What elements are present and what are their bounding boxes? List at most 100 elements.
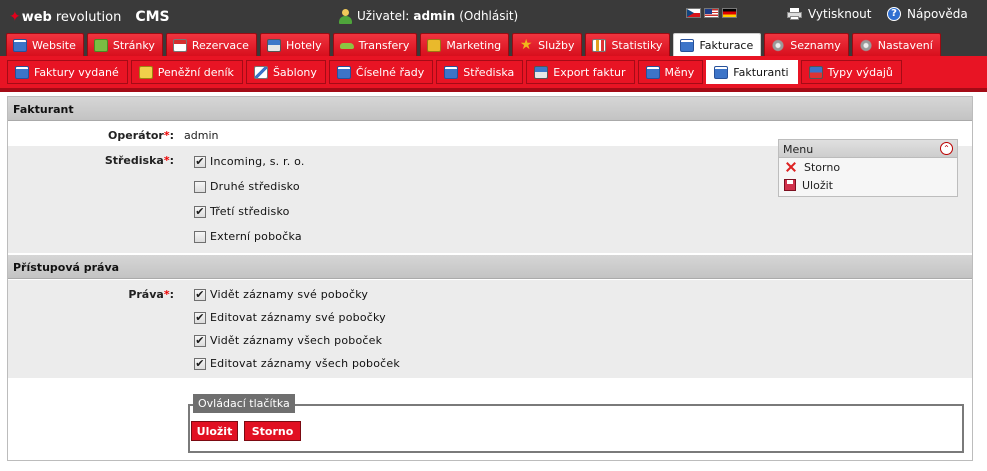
checkbox-label: Externí pobočka <box>210 230 302 243</box>
user-info: Uživatel: admin (Odhlásit) <box>339 7 518 25</box>
invoice-icon <box>680 38 695 52</box>
chart-icon <box>592 38 607 52</box>
center-checkbox-externi[interactable]: Externí pobočka <box>194 230 302 243</box>
menu-panel: Menu ⌃ Storno Uložit <box>778 139 958 197</box>
user-label: Uživatel: <box>357 9 410 23</box>
checkbox-label: Třetí středisko <box>210 205 290 218</box>
language-flags <box>686 8 737 18</box>
checkbox-label: Druhé středisko <box>210 180 300 193</box>
flag-cz-icon[interactable] <box>686 8 701 18</box>
tab-fakturace[interactable]: Fakturace <box>673 33 762 56</box>
export-icon <box>534 65 549 79</box>
subtab-label: Export faktur <box>553 65 626 79</box>
center-checkbox-incoming[interactable]: ✔ Incoming, s. r. o. <box>194 155 305 168</box>
logo-text-cms: CMS <box>135 9 170 25</box>
operator-label: Operátor*: <box>8 129 174 142</box>
leaf-icon <box>93 38 108 52</box>
checkbox-label: Editovat záznamy všech poboček <box>210 357 400 370</box>
app-logo[interactable]: ✦ web revolution CMS <box>9 8 170 26</box>
checkbox-label: Editovat záznamy své pobočky <box>210 311 386 324</box>
tab-label: Služby <box>538 38 575 52</box>
subtab-strediska[interactable]: Střediska <box>436 60 524 84</box>
tab-transfery[interactable]: Transfery <box>332 33 418 56</box>
subtab-export-faktur[interactable]: Export faktur <box>526 60 635 84</box>
menu-item-ulozit[interactable]: Uložit <box>779 176 957 194</box>
subtab-meny[interactable]: Měny <box>637 60 704 84</box>
right-checkbox-view-own[interactable]: ✔ Vidět záznamy své pobočky <box>194 288 368 301</box>
tab-marketing[interactable]: Marketing <box>420 33 510 56</box>
subtab-label: Fakturanti <box>733 65 789 79</box>
tab-seznamy[interactable]: Seznamy <box>764 33 849 56</box>
save-button[interactable]: Uložit <box>191 421 238 441</box>
flag-de-icon[interactable] <box>722 8 737 18</box>
checkbox-unchecked[interactable] <box>194 230 206 243</box>
subtab-penezni-denik[interactable]: Peněžní deník <box>130 60 243 84</box>
control-buttons-legend: Ovládací tlačítka <box>193 394 295 413</box>
subtab-typy-vydaju[interactable]: Typy výdajů <box>800 60 902 84</box>
invoice-icon <box>714 65 729 79</box>
main-tabs: Website Stránky Rezervace Hotely Transfe… <box>6 33 941 56</box>
checkbox-checked[interactable]: ✔ <box>194 155 206 168</box>
gear-icon <box>771 38 786 52</box>
gear-icon <box>858 38 873 52</box>
label-colon: : <box>169 288 174 301</box>
subtab-sablony[interactable]: Šablony <box>245 60 326 84</box>
print-label: Vytisknout <box>808 7 872 21</box>
form-content: Fakturant Operátor*: admin Střediska*: ✔… <box>7 96 973 461</box>
print-button[interactable]: Vytisknout <box>787 7 872 21</box>
star-icon: ★ <box>519 36 533 53</box>
checkbox-checked[interactable]: ✔ <box>194 311 206 324</box>
menu-item-storno[interactable]: Storno <box>779 158 957 176</box>
right-checkbox-edit-all[interactable]: ✔ Editovat záznamy všech poboček <box>194 357 400 370</box>
flag-us-icon[interactable] <box>704 8 719 18</box>
document-icon <box>13 38 27 52</box>
right-checkbox-view-all[interactable]: ✔ Vidět záznamy všech poboček <box>194 334 382 347</box>
center-checkbox-druhe[interactable]: Druhé středisko <box>194 180 300 193</box>
tab-label: Hotely <box>285 38 322 52</box>
right-checkbox-edit-own[interactable]: ✔ Editovat záznamy své pobočky <box>194 311 386 324</box>
tab-website[interactable]: Website <box>6 33 84 56</box>
menu-item-label: Storno <box>804 160 841 174</box>
center-checkbox-treti[interactable]: ✔ Třetí středisko <box>194 205 290 218</box>
sub-tabs: Faktury vydané Peněžní deník Šablony Čís… <box>7 60 902 84</box>
centers-label: Střediska*: <box>8 154 174 167</box>
subtab-ciselne-rady[interactable]: Číselné řady <box>328 60 434 84</box>
checkbox-checked[interactable]: ✔ <box>194 334 206 347</box>
tab-label: Stránky <box>112 38 155 52</box>
tab-label: Transfery <box>358 38 410 52</box>
tab-hotely[interactable]: Hotely <box>259 33 330 56</box>
tab-sluzby[interactable]: ★ Služby <box>512 33 583 56</box>
checkbox-checked[interactable]: ✔ <box>194 357 206 370</box>
sub-tab-bar: Faktury vydané Peněžní deník Šablony Čís… <box>0 56 987 92</box>
calendar-icon <box>172 38 187 52</box>
checkbox-checked[interactable]: ✔ <box>194 288 206 301</box>
operator-value: admin <box>184 129 219 142</box>
logout-link[interactable]: (Odhlásit) <box>459 9 518 23</box>
checkbox-label: Vidět záznamy všech poboček <box>210 334 383 347</box>
document-icon <box>15 65 29 79</box>
checkbox-label: Incoming, s. r. o. <box>210 155 305 168</box>
label-colon: : <box>169 129 174 142</box>
tab-nastaveni[interactable]: Nastavení <box>851 33 941 56</box>
logo-text-web: web <box>21 9 52 25</box>
subtab-faktury-vydane[interactable]: Faktury vydané <box>7 60 128 84</box>
trophy-icon <box>427 38 442 52</box>
list-icon <box>808 65 823 79</box>
help-button[interactable]: ? Nápověda <box>887 7 968 21</box>
menu-panel-title: Menu <box>783 143 814 156</box>
checkbox-unchecked[interactable] <box>194 180 206 193</box>
collapse-icon[interactable]: ⌃ <box>940 142 953 155</box>
car-icon <box>339 39 354 52</box>
tab-rezervace[interactable]: Rezervace <box>165 33 257 56</box>
printer-icon <box>787 8 802 20</box>
tab-stranky[interactable]: Stránky <box>86 33 163 56</box>
tab-label: Fakturace <box>699 38 754 52</box>
subtab-fakturanti[interactable]: Fakturanti <box>706 60 798 84</box>
checkbox-label: Vidět záznamy své pobočky <box>210 288 369 301</box>
tab-label: Nastavení <box>877 38 933 52</box>
tab-statistiky[interactable]: Statistiky <box>585 33 671 56</box>
edit-icon <box>253 65 268 79</box>
cancel-button[interactable]: Storno <box>244 421 301 441</box>
checkbox-checked[interactable]: ✔ <box>194 205 206 218</box>
logo-text-revolution: revolution <box>55 9 122 25</box>
